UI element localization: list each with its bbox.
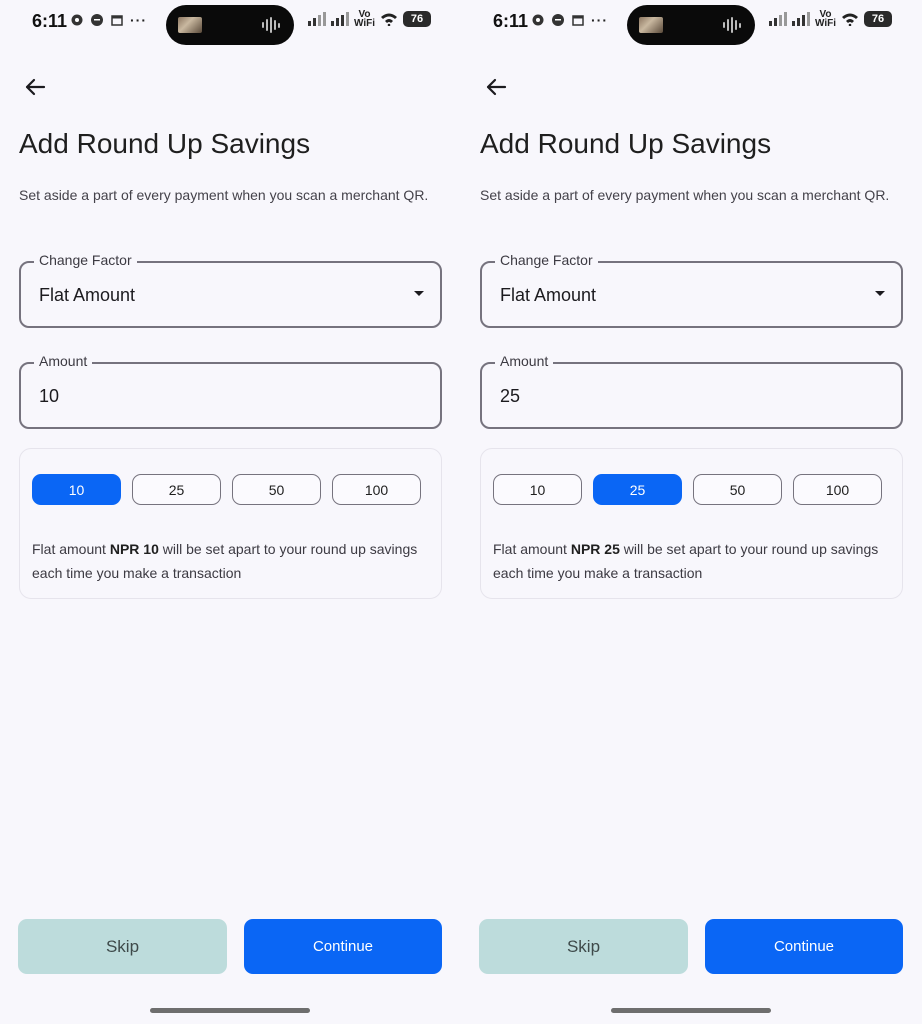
amount-value: 10 bbox=[39, 386, 60, 406]
camera-island bbox=[166, 5, 294, 45]
battery-icon: 76 bbox=[864, 11, 892, 27]
status-bar: 6:11 ··· Vo WiFi 76 bbox=[461, 0, 922, 45]
calendar-icon bbox=[572, 15, 584, 26]
signal-icon bbox=[768, 12, 787, 26]
back-arrow-icon bbox=[486, 78, 507, 96]
vowifi-indicator: Vo WiFi bbox=[814, 10, 836, 29]
preset-chip-50[interactable]: 50 bbox=[693, 474, 782, 505]
back-button[interactable] bbox=[20, 72, 50, 102]
audio-wave-icon bbox=[262, 17, 280, 33]
wifi-icon bbox=[842, 13, 858, 26]
media-thumbnail bbox=[178, 17, 202, 33]
continue-button[interactable]: Continue bbox=[705, 919, 903, 974]
amount-label: Amount bbox=[495, 353, 554, 369]
change-factor-value: Flat Amount bbox=[500, 285, 597, 305]
description-highlight: NPR 25 bbox=[570, 541, 620, 557]
signal-icon bbox=[791, 12, 810, 26]
signal-icon bbox=[307, 12, 326, 26]
status-system-icons: Vo WiFi 76 bbox=[768, 10, 892, 29]
calendar-icon bbox=[111, 15, 123, 26]
chat-bubble-icon bbox=[552, 14, 564, 26]
gear-icon bbox=[532, 14, 544, 26]
preset-chip-25[interactable]: 25 bbox=[132, 474, 221, 505]
preset-chip-10[interactable]: 10 bbox=[32, 474, 121, 505]
signal-icon bbox=[330, 12, 349, 26]
status-system-icons: Vo WiFi 76 bbox=[307, 10, 431, 29]
page-subtitle: Set aside a part of every payment when y… bbox=[19, 187, 429, 203]
preset-chip-100[interactable]: 100 bbox=[332, 474, 421, 505]
status-time: 6:11 bbox=[493, 11, 529, 31]
change-factor-dropdown[interactable]: Change Factor Flat Amount bbox=[19, 252, 442, 328]
preset-chips: 10 25 50 100 bbox=[32, 474, 421, 505]
description-highlight: NPR 10 bbox=[109, 541, 159, 557]
screen-right: 6:11 ··· Vo WiFi 76 Add Round Up Savings… bbox=[461, 0, 922, 1024]
dropdown-caret-icon bbox=[414, 291, 424, 296]
chat-bubble-icon bbox=[91, 14, 103, 26]
vowifi-bottom: WiFi bbox=[814, 18, 836, 29]
more-dots-icon: ··· bbox=[591, 12, 608, 28]
home-indicator[interactable] bbox=[611, 1008, 771, 1013]
amount-label: Amount bbox=[34, 353, 93, 369]
audio-wave-icon bbox=[723, 17, 741, 33]
page-title: Add Round Up Savings bbox=[19, 128, 311, 159]
camera-island bbox=[627, 5, 755, 45]
continue-button[interactable]: Continue bbox=[244, 919, 442, 974]
skip-button[interactable]: Skip bbox=[18, 919, 227, 974]
preset-chip-10[interactable]: 10 bbox=[493, 474, 582, 505]
home-indicator[interactable] bbox=[150, 1008, 310, 1013]
preset-card: 10 25 50 100 Flat amount NPR 25 will be … bbox=[480, 448, 903, 599]
media-thumbnail bbox=[639, 17, 663, 33]
change-factor-value: Flat Amount bbox=[39, 285, 136, 305]
preset-chip-25[interactable]: 25 bbox=[593, 474, 682, 505]
battery-icon: 76 bbox=[403, 11, 431, 27]
preset-chips: 10 25 50 100 bbox=[493, 474, 882, 505]
preset-description: Flat amount NPR 10 will be set apart to … bbox=[32, 537, 432, 585]
change-factor-dropdown[interactable]: Change Factor Flat Amount bbox=[480, 252, 903, 328]
screen-left: 6:11 ··· Vo WiFi 76 Add Round Up Savings… bbox=[0, 0, 461, 1024]
preset-chip-50[interactable]: 50 bbox=[232, 474, 321, 505]
change-factor-label: Change Factor bbox=[495, 252, 598, 268]
page-title: Add Round Up Savings bbox=[480, 128, 772, 159]
more-dots-icon: ··· bbox=[130, 12, 147, 28]
amount-field[interactable]: Amount 10 bbox=[19, 353, 442, 429]
gear-icon bbox=[71, 14, 83, 26]
amount-field[interactable]: Amount 25 bbox=[480, 353, 903, 429]
vowifi-bottom: WiFi bbox=[353, 18, 375, 29]
description-prefix: Flat amount bbox=[32, 541, 110, 557]
preset-card: 10 25 50 100 Flat amount NPR 10 will be … bbox=[19, 448, 442, 599]
dropdown-caret-icon bbox=[875, 291, 885, 296]
back-arrow-icon bbox=[25, 78, 46, 96]
status-notification-icons: ··· bbox=[531, 13, 608, 27]
status-time: 6:11 bbox=[32, 11, 68, 31]
preset-chip-100[interactable]: 100 bbox=[793, 474, 882, 505]
wifi-icon bbox=[381, 13, 397, 26]
page-subtitle: Set aside a part of every payment when y… bbox=[480, 187, 890, 203]
preset-description: Flat amount NPR 25 will be set apart to … bbox=[493, 537, 893, 585]
app-root: 6:11 ··· Vo WiFi 76 Add Round Up Savings… bbox=[0, 0, 922, 1024]
vowifi-indicator: Vo WiFi bbox=[353, 10, 375, 29]
change-factor-label: Change Factor bbox=[34, 252, 137, 268]
status-notification-icons: ··· bbox=[70, 13, 147, 27]
back-button[interactable] bbox=[481, 72, 511, 102]
skip-button[interactable]: Skip bbox=[479, 919, 688, 974]
status-bar: 6:11 ··· Vo WiFi 76 bbox=[0, 0, 461, 45]
amount-value: 25 bbox=[500, 386, 521, 406]
description-prefix: Flat amount bbox=[493, 541, 571, 557]
